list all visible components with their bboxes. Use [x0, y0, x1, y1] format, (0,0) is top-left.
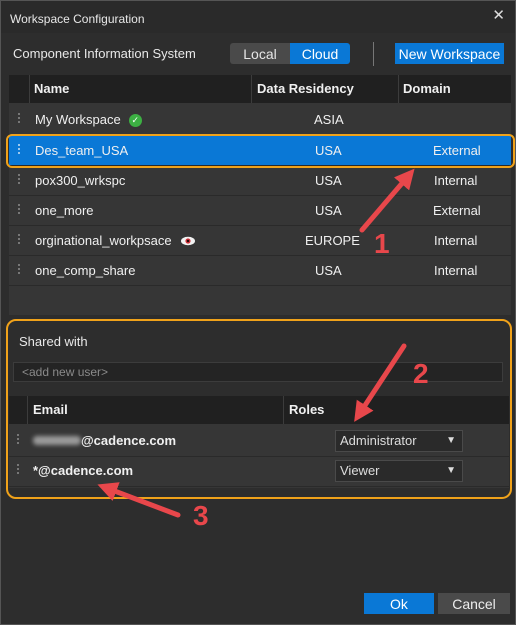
drag-handle-icon[interactable] [18, 113, 21, 125]
drag-handle-icon[interactable] [18, 174, 21, 186]
redacted-text [33, 436, 81, 445]
workspace-residency: EUROPE [305, 233, 360, 248]
column-divider[interactable] [27, 396, 28, 424]
system-label: Component Information System [13, 46, 196, 61]
column-header-roles[interactable]: Roles [289, 396, 324, 424]
annotation-number-2: 2 [413, 358, 429, 389]
workspace-domain: Internal [434, 233, 478, 248]
add-user-input[interactable] [13, 362, 503, 382]
column-header-email[interactable]: Email [33, 396, 68, 424]
annotation-number-1: 1 [374, 228, 390, 259]
chevron-down-icon: ▼ [446, 435, 456, 446]
workspace-name: pox300_wrkspc [35, 173, 126, 188]
eye-icon [180, 236, 195, 246]
shared-with-label: Shared with [19, 334, 88, 349]
workspace-name: My Workspace ✓ [35, 105, 142, 134]
column-divider[interactable] [283, 396, 284, 424]
workspace-table: Name Data Residency Domain My Workspace ✓… [9, 75, 511, 315]
close-icon[interactable]: ✕ [492, 6, 505, 24]
user-email: @cadence.com [33, 426, 176, 456]
chevron-down-icon: ▼ [446, 465, 456, 476]
drag-handle-icon[interactable] [18, 264, 21, 276]
workspace-name: one_comp_share [35, 263, 136, 278]
workspace-row[interactable]: one_comp_share USA Internal [9, 256, 511, 286]
drag-handle-icon[interactable] [17, 434, 20, 446]
window-title: Workspace Configuration [10, 12, 145, 26]
workspace-table-header: Name Data Residency Domain [9, 75, 511, 103]
column-divider[interactable] [251, 75, 252, 103]
cloud-button[interactable]: Cloud [290, 43, 350, 64]
cancel-button[interactable]: Cancel [438, 593, 510, 614]
ok-button[interactable]: Ok [364, 593, 434, 614]
workspace-row[interactable]: pox300_wrkspc USA Internal [9, 166, 511, 196]
drag-handle-icon[interactable] [17, 464, 20, 476]
drag-handle-icon[interactable] [18, 204, 21, 216]
shared-user-row[interactable]: @cadence.com Administrator ▼ [9, 426, 509, 457]
workspace-row[interactable]: one_more USA External [9, 196, 511, 226]
toolbar-divider [373, 42, 374, 66]
shared-user-row[interactable]: *@cadence.com Viewer ▼ [9, 456, 509, 487]
workspace-domain: External [433, 143, 481, 158]
column-divider[interactable] [398, 75, 399, 103]
drag-handle-icon[interactable] [18, 144, 21, 156]
workspace-domain: External [433, 203, 481, 218]
shared-table-header: Email Roles [9, 396, 509, 424]
column-header-name[interactable]: Name [34, 75, 69, 103]
check-circle-icon: ✓ [128, 114, 142, 127]
workspace-residency: USA [315, 173, 342, 188]
column-header-domain[interactable]: Domain [403, 75, 451, 103]
workspace-residency: USA [315, 263, 342, 278]
annotation-number-3: 3 [193, 500, 209, 531]
role-select[interactable]: Viewer ▼ [335, 460, 463, 482]
user-email: *@cadence.com [33, 463, 134, 478]
workspace-domain: Internal [434, 173, 478, 188]
local-cloud-toggle: Local Cloud [230, 43, 350, 64]
workspace-configuration-dialog: Workspace Configuration ✕ Component Info… [0, 0, 516, 625]
title-bar: Workspace Configuration ✕ [1, 1, 515, 33]
shared-users-table: Email Roles @cadence.com Administrator ▼ … [9, 396, 509, 488]
new-workspace-button[interactable]: New Workspace [395, 43, 504, 64]
workspace-row-selected[interactable]: Des_team_USA USA External [9, 136, 511, 166]
drag-handle-icon[interactable] [18, 234, 21, 246]
workspace-residency: USA [315, 143, 342, 158]
local-button[interactable]: Local [230, 43, 290, 64]
workspace-name: Des_team_USA [35, 143, 129, 158]
column-header-data-residency[interactable]: Data Residency [257, 75, 354, 103]
workspace-name: orginational_workpsace [35, 226, 196, 255]
workspace-residency: USA [315, 203, 342, 218]
workspace-name: one_more [35, 203, 94, 218]
role-select[interactable]: Administrator ▼ [335, 430, 463, 452]
workspace-row[interactable]: My Workspace ✓ ASIA [9, 105, 511, 135]
workspace-domain: Internal [434, 263, 478, 278]
workspace-row[interactable]: orginational_workpsace EUROPE Internal [9, 226, 511, 256]
workspace-residency: ASIA [314, 112, 344, 127]
column-divider[interactable] [29, 75, 30, 103]
